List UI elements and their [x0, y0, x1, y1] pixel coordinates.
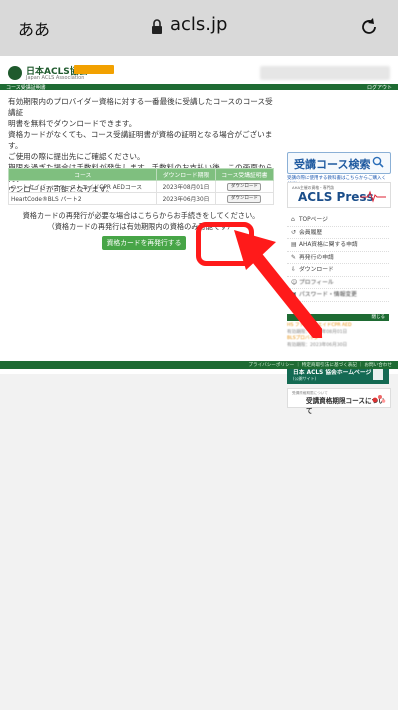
footer-links[interactable]: プライバシーポリシー ｜ 特定商取引法に基づく表記 ｜ お問い合わせ	[248, 362, 392, 368]
close-link[interactable]: 閉じる	[372, 314, 386, 320]
sidebar-item-top[interactable]: ⌂ TOPページ	[287, 214, 389, 227]
course-name: ハートセイバー ファーストエイドCPR AEDコース	[7, 180, 158, 193]
header-user-info	[260, 66, 390, 80]
table-row: ハートセイバー ファーストエイドCPR AEDコース 2023年08月01日 ダ…	[7, 180, 275, 193]
qualification-limit-banner[interactable]: 受講資格期限について 受講資格期限コースについて	[287, 388, 391, 415]
download-button[interactable]: ダウンロード	[227, 182, 262, 191]
col-certificate: コース受講証明書	[214, 168, 275, 181]
intro-line: 有効期限内のプロバイダー資格に対する一番最後に受講したコースのコース受講証	[8, 97, 273, 117]
col-deadline: ダウンロード期限	[156, 168, 216, 181]
footer: プライバシーポリシー ｜ 特定商取引法に基づく表記 ｜ お問い合わせ	[0, 361, 398, 369]
search-icon	[372, 156, 384, 168]
acls-press-banner[interactable]: AHA主催の資格・専門誌 ACLS Press	[287, 182, 391, 208]
nav-strip	[0, 84, 398, 90]
text-size-button[interactable]: ああ	[18, 16, 50, 40]
intro-line: ご使用の際に提出先にご確認ください。	[8, 152, 145, 161]
course-name: HeartCode®BLS パート2	[7, 192, 158, 205]
logo-subtitle: Japan ACLS Association	[26, 75, 85, 81]
certificate-cell: ダウンロード	[214, 180, 275, 193]
course-search-label: 受講コース検索	[294, 158, 371, 171]
qualification-expiry: 有効期限：2023年06月30日	[287, 342, 348, 348]
certificate-cell: ダウンロード	[214, 192, 275, 205]
pointer-arrow-icon	[234, 230, 322, 338]
member-badge	[74, 65, 114, 74]
download-deadline: 2023年06月30日	[156, 192, 216, 205]
web-page: 日本ACLS協会 Japan ACLS Association コース受講証明書…	[0, 56, 398, 415]
course-search-button[interactable]: 受講コース検索	[287, 152, 391, 174]
intro-line: 明書を無料でダウンロードできます。	[8, 119, 137, 128]
home-icon: ⌂	[291, 216, 295, 223]
logo-emblem-icon	[8, 66, 22, 80]
col-course: コース	[7, 168, 158, 181]
external-link-icon	[373, 368, 383, 380]
course-table: コース ダウンロード期限 コース受講証明書 ハートセイバー ファーストエイドCP…	[7, 168, 275, 205]
download-button[interactable]: ダウンロード	[227, 194, 262, 203]
table-header-row: コース ダウンロード期限 コース受講証明書	[7, 168, 275, 181]
decorative-dots-icon	[372, 395, 386, 403]
logout-link[interactable]: ログアウト	[367, 84, 392, 91]
intro-line: 資格カードがなくても、コース受講証明書が資格の証明となる場合がございます。	[8, 130, 273, 150]
reissue-card-button[interactable]: 資格カードを再発行する	[102, 236, 186, 250]
heartbeat-icon	[360, 190, 386, 203]
download-deadline: 2023年08月01日	[156, 180, 216, 193]
breadcrumb: コース受講証明書	[6, 85, 46, 91]
lock-icon	[152, 19, 162, 34]
table-row: HeartCode®BLS パート2 2023年06月30日 ダウンロード	[7, 192, 275, 205]
address-bar[interactable]: acls.jp	[170, 14, 227, 35]
sidebar-item-label: TOPページ	[299, 217, 328, 223]
reissue-line: 資格カードの再発行が必要な場合はこちらからお手続きをしてください。	[22, 211, 260, 220]
reload-icon[interactable]	[358, 16, 380, 38]
jp-banner-subtitle: (公開サイト)	[293, 376, 317, 381]
browser-toolbar: ああ acls.jp	[0, 0, 398, 57]
